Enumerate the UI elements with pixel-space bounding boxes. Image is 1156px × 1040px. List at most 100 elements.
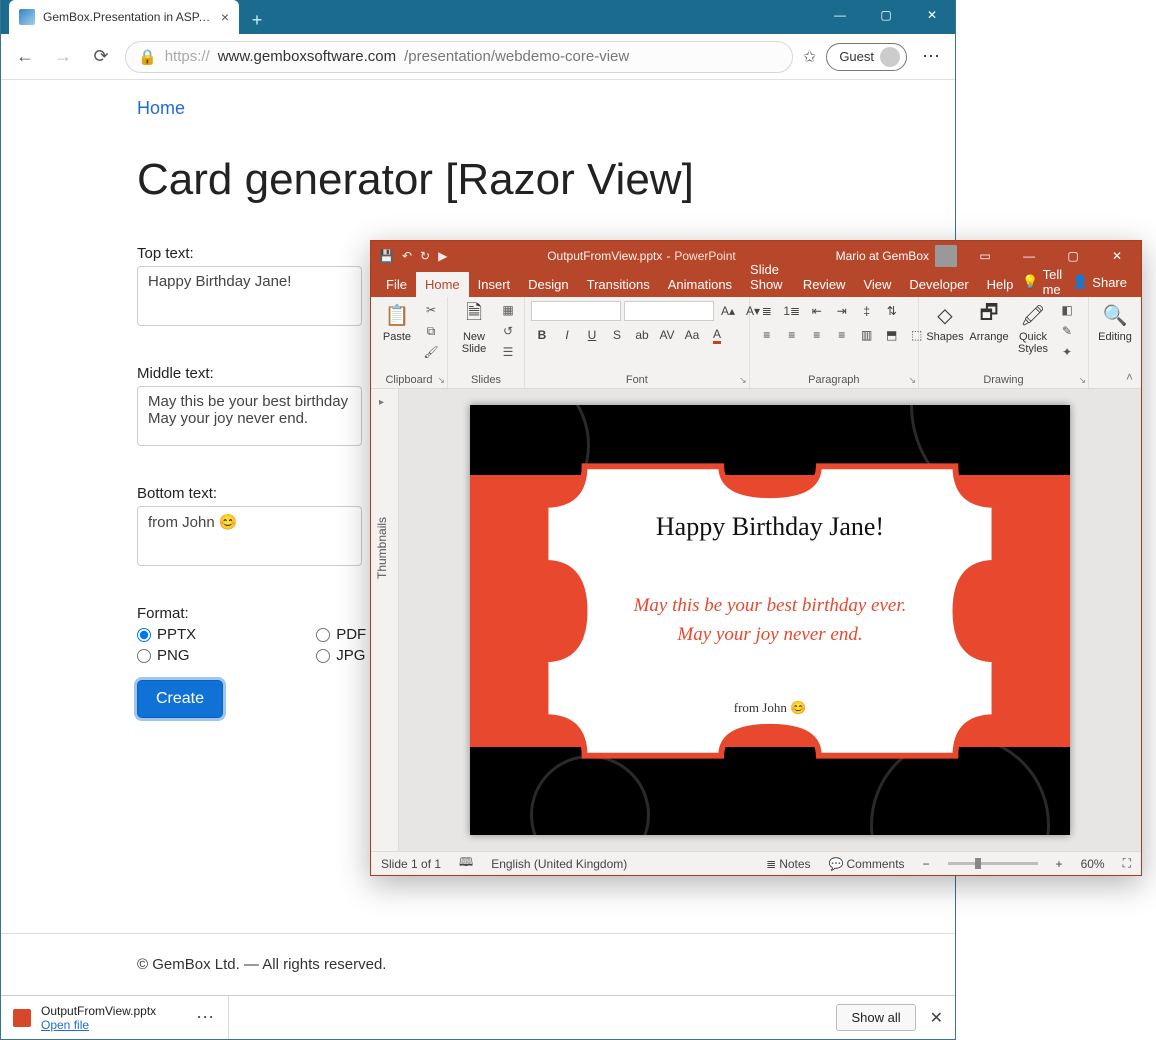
align-center-button[interactable]: ≡ <box>781 325 803 345</box>
fit-slide-button[interactable]: ⛶ <box>1123 856 1131 871</box>
pp-user[interactable]: Mario at GemBox <box>836 245 957 267</box>
collapse-ribbon-button[interactable]: ˄ <box>1126 370 1133 384</box>
text-direction-button[interactable]: ⇅ <box>881 301 903 321</box>
section-button[interactable]: ☰ <box>498 343 518 361</box>
format-png-radio[interactable] <box>137 649 151 663</box>
show-all-button[interactable]: Show all <box>836 1004 915 1031</box>
tab-view[interactable]: View <box>854 272 900 297</box>
font-name-dropdown[interactable] <box>531 301 621 321</box>
maximize-button[interactable]: ▢ <box>863 0 909 30</box>
format-pptx-radio[interactable] <box>137 628 151 642</box>
format-jpg-radio[interactable] <box>316 649 330 663</box>
tab-review[interactable]: Review <box>794 272 855 297</box>
language-status[interactable]: English (United Kingdom) <box>491 857 627 871</box>
strikethrough-button[interactable]: ab <box>631 325 653 345</box>
close-icon[interactable]: ✕ <box>930 1008 943 1028</box>
align-text-button[interactable]: ⬒ <box>881 325 903 345</box>
tab-design[interactable]: Design <box>519 272 577 297</box>
zoom-slider[interactable] <box>948 862 1038 865</box>
top-text-input[interactable] <box>137 266 362 326</box>
back-button[interactable]: ← <box>11 43 39 71</box>
refresh-button[interactable]: ⟳ <box>87 43 115 71</box>
middle-text-input[interactable] <box>137 386 362 446</box>
comments-button[interactable]: 💬 Comments <box>829 857 905 871</box>
chevron-right-icon[interactable]: ▸ <box>379 397 384 408</box>
tab-slide-show[interactable]: Slide Show <box>741 257 794 297</box>
minimize-button[interactable]: — <box>817 0 863 30</box>
notes-button[interactable]: ≣ Notes <box>766 857 810 871</box>
tab-file[interactable]: File <box>377 272 416 297</box>
paste-button[interactable]: 📋Paste <box>377 301 417 343</box>
shape-outline-button[interactable]: ✎ <box>1057 322 1077 340</box>
increase-indent-button[interactable]: ⇥ <box>831 301 853 321</box>
new-tab-button[interactable]: + <box>243 6 271 34</box>
zoom-in-button[interactable]: + <box>1056 857 1063 871</box>
new-slide-button[interactable]: 🗎New Slide <box>454 301 494 355</box>
dialog-launcher-icon[interactable]: ↘ <box>1078 375 1086 386</box>
zoom-level[interactable]: 60% <box>1081 857 1105 871</box>
change-case-button[interactable]: Aa <box>681 325 703 345</box>
copy-button[interactable]: ⧉ <box>421 322 441 340</box>
tab-animations[interactable]: Animations <box>659 272 741 297</box>
browser-tab[interactable]: GemBox.Presentation in ASP.NET × <box>9 0 239 34</box>
profile-button[interactable]: Guest <box>826 43 907 71</box>
bold-button[interactable]: B <box>531 325 553 345</box>
save-icon[interactable]: 💾 <box>379 249 394 263</box>
align-right-button[interactable]: ≡ <box>806 325 828 345</box>
format-pdf-option[interactable]: PDF <box>316 626 366 643</box>
favorite-button[interactable]: ✩ <box>803 47 816 67</box>
download-item[interactable]: OutputFromView.pptx Open file ⋯ <box>13 996 229 1039</box>
shadow-button[interactable]: S <box>606 325 628 345</box>
redo-icon[interactable]: ↻ <box>420 249 430 263</box>
spellcheck-icon[interactable]: 🕮 <box>459 853 473 874</box>
slide-count[interactable]: Slide 1 of 1 <box>381 857 441 871</box>
close-icon[interactable]: × <box>221 9 229 25</box>
tab-home[interactable]: Home <box>416 272 469 297</box>
shape-fill-button[interactable]: ◧ <box>1057 301 1077 319</box>
underline-button[interactable]: U <box>581 325 603 345</box>
tab-developer[interactable]: Developer <box>900 272 977 297</box>
align-left-button[interactable]: ≡ <box>756 325 778 345</box>
columns-button[interactable]: ▥ <box>856 325 878 345</box>
browser-menu-button[interactable]: ⋯ <box>917 46 945 67</box>
format-png-option[interactable]: PNG <box>137 647 196 664</box>
increase-font-button[interactable]: A▴ <box>717 301 739 321</box>
zoom-out-button[interactable]: − <box>923 857 930 871</box>
tell-me-button[interactable]: 💡 Tell me <box>1022 267 1062 297</box>
numbering-button[interactable]: 1≣ <box>781 301 803 321</box>
font-size-dropdown[interactable] <box>624 301 714 321</box>
ribbon-display-options-button[interactable]: ▭ <box>963 241 1007 271</box>
open-file-link[interactable]: Open file <box>41 1018 156 1032</box>
thumbnails-pane[interactable]: ▸ Thumbnails <box>371 389 399 851</box>
editing-button[interactable]: 🔍Editing <box>1095 301 1135 343</box>
tab-insert[interactable]: Insert <box>469 272 520 297</box>
shape-effects-button[interactable]: ✦ <box>1057 343 1077 361</box>
start-from-beginning-icon[interactable]: ▶ <box>438 249 447 263</box>
format-pptx-option[interactable]: PPTX <box>137 626 196 643</box>
reset-button[interactable]: ↺ <box>498 322 518 340</box>
decrease-indent-button[interactable]: ⇤ <box>806 301 828 321</box>
font-color-button[interactable]: A <box>706 325 728 345</box>
tab-transitions[interactable]: Transitions <box>578 272 659 297</box>
undo-icon[interactable]: ↶ <box>402 249 412 263</box>
forward-button[interactable]: → <box>49 43 77 71</box>
slide-canvas[interactable]: Happy Birthday Jane! May this be your be… <box>399 389 1141 851</box>
format-pdf-radio[interactable] <box>316 628 330 642</box>
justify-button[interactable]: ≡ <box>831 325 853 345</box>
shapes-button[interactable]: ◇Shapes <box>925 301 965 343</box>
cut-button[interactable]: ✂ <box>421 301 441 319</box>
url-input[interactable]: 🔒 https://www.gemboxsoftware.com/present… <box>125 41 793 73</box>
italic-button[interactable]: I <box>556 325 578 345</box>
dialog-launcher-icon[interactable]: ↘ <box>908 375 916 386</box>
home-link[interactable]: Home <box>137 98 185 118</box>
dialog-launcher-icon[interactable]: ↘ <box>739 375 747 386</box>
layout-button[interactable]: ▦ <box>498 301 518 319</box>
create-button[interactable]: Create <box>137 680 223 718</box>
bullets-button[interactable]: ≣ <box>756 301 778 321</box>
arrange-button[interactable]: 🗗Arrange <box>969 301 1009 343</box>
dialog-launcher-icon[interactable]: ↘ <box>437 375 445 386</box>
format-jpg-option[interactable]: JPG <box>316 647 366 664</box>
tab-help[interactable]: Help <box>978 272 1023 297</box>
close-button[interactable]: ✕ <box>909 0 955 30</box>
char-spacing-button[interactable]: AV <box>656 325 678 345</box>
